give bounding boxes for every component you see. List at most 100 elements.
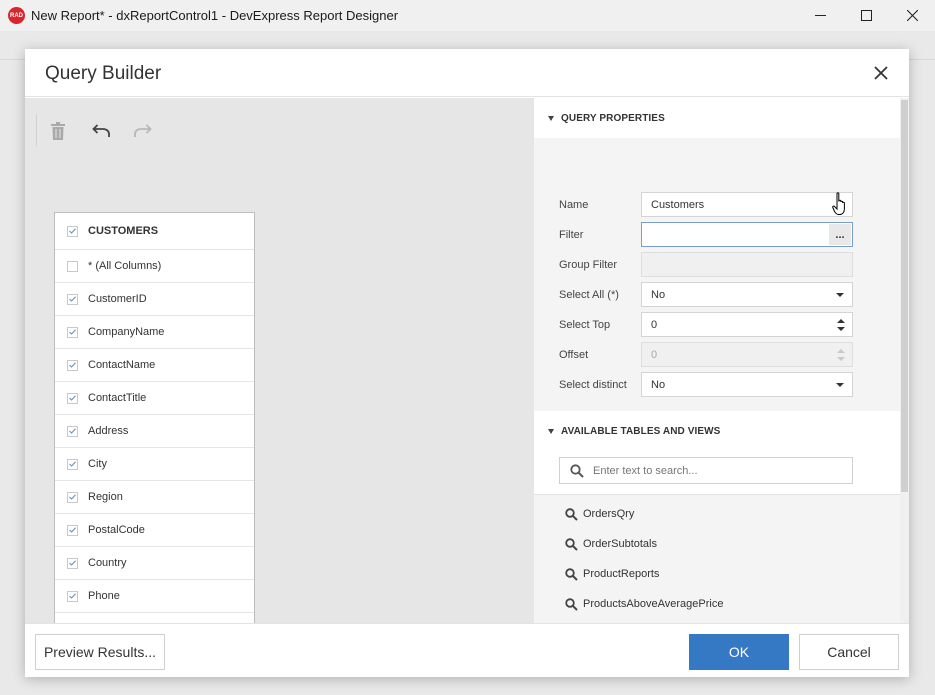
window-close-button[interactable] [889, 0, 935, 31]
check-icon [69, 362, 76, 368]
app-logo-icon: RAD [8, 7, 25, 24]
filter-ellipsis-button[interactable]: ... [829, 224, 851, 245]
column-row[interactable]: City [55, 448, 254, 481]
column-label: CustomerID [88, 293, 147, 305]
prop-label-group-filter: Group Filter [559, 259, 618, 271]
prop-label-name: Name [559, 199, 589, 211]
table-view-item[interactable]: OrderSubtotals [565, 535, 657, 553]
select-distinct-value: No [651, 378, 666, 391]
chevron-down-icon [836, 293, 844, 297]
maximize-icon [860, 10, 872, 21]
column-checkbox[interactable] [67, 524, 78, 536]
spin-down-icon[interactable] [837, 327, 845, 331]
check-icon [69, 428, 76, 434]
table-view-label: ProductReports [583, 568, 660, 580]
column-checkbox[interactable] [67, 590, 78, 602]
collapse-triangle-icon [548, 115, 554, 121]
column-checkbox[interactable] [67, 392, 78, 404]
properties-scrollbar[interactable] [900, 98, 909, 623]
spin-up-icon[interactable] [837, 319, 845, 323]
query-canvas[interactable]: CUSTOMERS * (All Columns) CustomerID Compa… [25, 98, 534, 647]
column-row[interactable]: CustomerID [55, 283, 254, 316]
filter-field[interactable]: ... [641, 222, 853, 247]
query-icon [565, 507, 578, 521]
delete-button[interactable] [45, 118, 71, 144]
name-field[interactable]: Customers [641, 192, 853, 217]
chevron-down-icon [836, 383, 844, 387]
minimize-button[interactable] [797, 0, 843, 31]
column-checkbox[interactable] [67, 359, 78, 371]
column-row[interactable]: Country [55, 547, 254, 580]
toolbar-separator [36, 114, 37, 146]
collapse-triangle-icon [548, 428, 554, 434]
table-view-item[interactable]: OrdersQry [565, 505, 634, 523]
scrollbar-thumb[interactable] [901, 100, 908, 492]
search-icon [565, 537, 578, 551]
column-checkbox[interactable] [67, 425, 78, 437]
check-icon [69, 560, 76, 566]
column-label: ContactTitle [88, 392, 147, 404]
spin-down-icon [837, 357, 845, 361]
search-box[interactable] [559, 457, 853, 484]
redo-button[interactable] [130, 118, 156, 144]
ok-button[interactable]: OK [689, 634, 789, 670]
tables-views-header[interactable]: AVAILABLE TABLES AND VIEWS [534, 411, 900, 451]
select-distinct-dropdown[interactable]: No [641, 372, 853, 397]
column-label: CompanyName [88, 326, 165, 338]
undo-icon [92, 124, 110, 137]
search-area [534, 451, 900, 495]
select-top-value: 0 [651, 318, 658, 331]
column-label: PostalCode [88, 524, 145, 536]
column-list: * (All Columns) CustomerID CompanyName Cont… [55, 250, 254, 646]
close-icon [906, 10, 918, 21]
column-label: City [88, 458, 107, 470]
select-top-spinner[interactable]: 0 [641, 312, 853, 337]
column-row[interactable]: PostalCode [55, 514, 254, 547]
column-row[interactable]: CompanyName [55, 316, 254, 349]
column-checkbox[interactable] [67, 491, 78, 503]
column-row[interactable]: Phone [55, 580, 254, 613]
cancel-button[interactable]: Cancel [799, 634, 899, 670]
table-checkbox[interactable] [67, 225, 78, 237]
trash-icon [51, 122, 65, 140]
section-title: AVAILABLE TABLES AND VIEWS [561, 425, 721, 437]
table-name: CUSTOMERS [88, 225, 159, 237]
column-label: * (All Columns) [88, 260, 162, 272]
column-checkbox[interactable] [67, 557, 78, 569]
close-icon [874, 66, 888, 80]
select-all-dropdown[interactable]: No [641, 282, 853, 307]
check-icon [69, 228, 76, 234]
query-icon [565, 567, 578, 581]
query-properties-header[interactable]: QUERY PROPERTIES [534, 98, 900, 138]
table-view-item[interactable]: ProductReports [565, 565, 659, 583]
column-row[interactable]: Region [55, 481, 254, 514]
check-icon [69, 593, 76, 599]
column-checkbox[interactable] [67, 326, 78, 338]
search-input[interactable] [593, 458, 848, 483]
table-view-item[interactable]: ProductsAboveAveragePrice [565, 595, 723, 613]
properties-panel: QUERY PROPERTIES Name Customers Filter .… [534, 98, 909, 623]
dialog-header: Query Builder [25, 49, 909, 97]
offset-spinner: 0 [641, 342, 853, 367]
table-header[interactable]: CUSTOMERS [55, 213, 254, 250]
spin-up-icon [837, 349, 845, 353]
column-row[interactable]: Address [55, 415, 254, 448]
column-checkbox[interactable] [67, 260, 78, 272]
column-row[interactable]: ContactName [55, 349, 254, 382]
column-row[interactable]: ContactTitle [55, 382, 254, 415]
prop-label-filter: Filter [559, 229, 584, 241]
dialog-close-button[interactable] [871, 63, 891, 83]
table-view-label: OrdersQry [583, 508, 635, 520]
prop-label-select-top: Select Top [559, 319, 611, 331]
column-label: Phone [88, 590, 120, 602]
column-checkbox[interactable] [67, 293, 78, 305]
undo-button[interactable] [88, 118, 114, 144]
maximize-button[interactable] [843, 0, 889, 31]
check-icon [69, 494, 76, 500]
table-view-label: OrderSubtotals [583, 538, 657, 550]
preview-results-button[interactable]: Preview Results... [35, 634, 165, 670]
column-checkbox[interactable] [67, 458, 78, 470]
group-filter-field [641, 252, 853, 277]
column-row[interactable]: * (All Columns) [55, 250, 254, 283]
table-customers[interactable]: CUSTOMERS * (All Columns) CustomerID Compa… [54, 212, 255, 647]
